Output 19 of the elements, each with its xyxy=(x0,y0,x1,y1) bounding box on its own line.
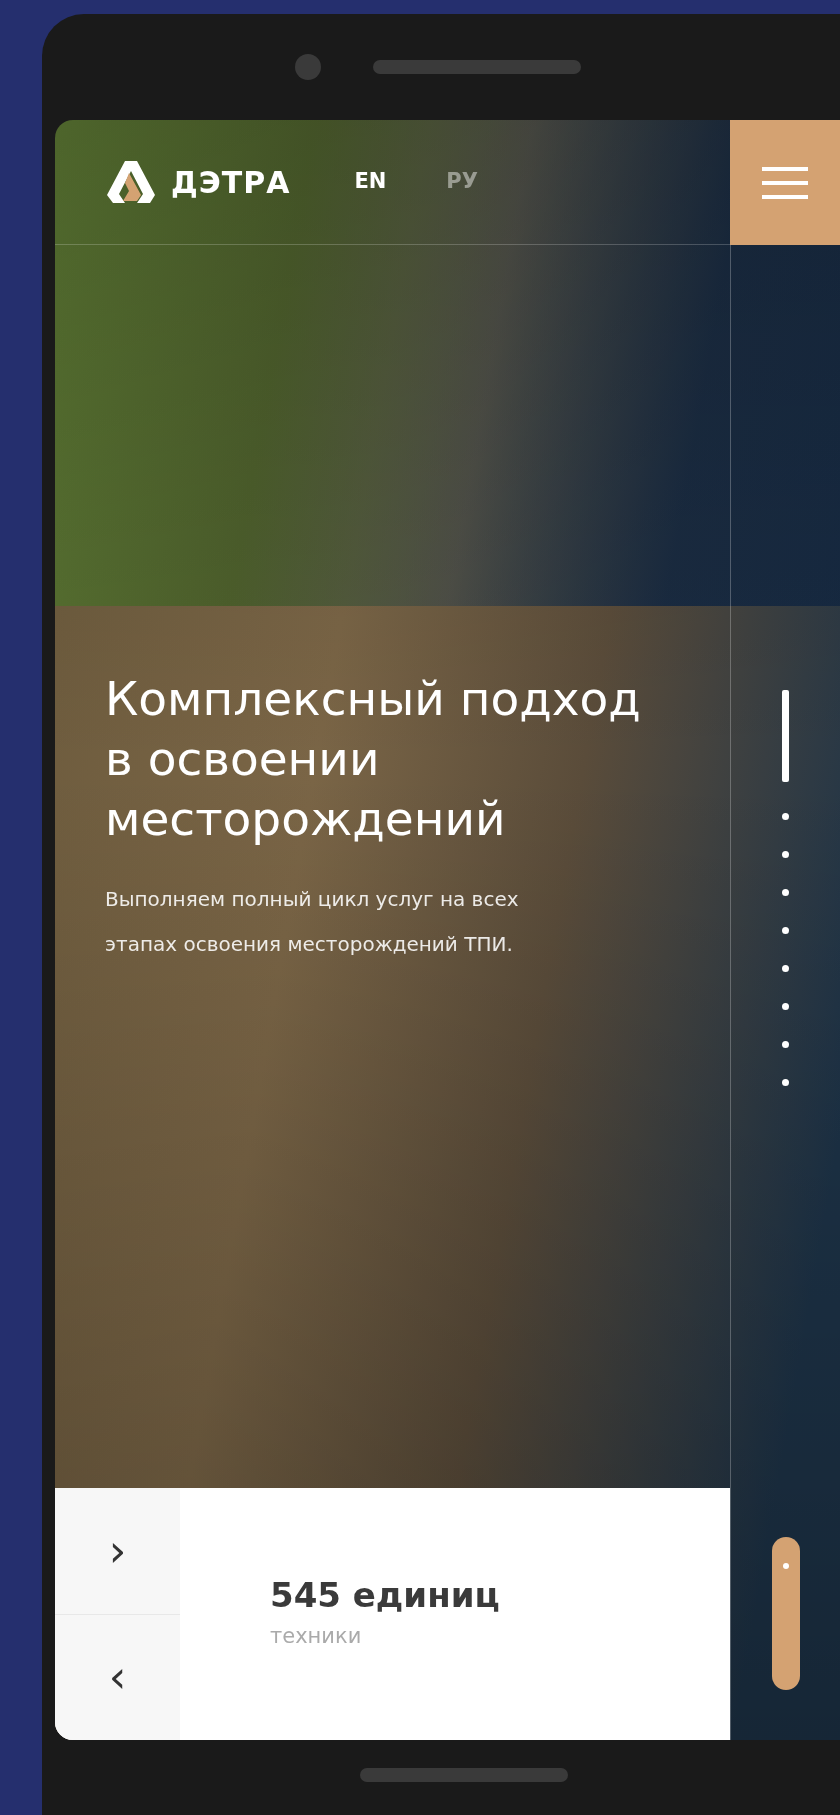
logo-icon xyxy=(105,159,157,205)
stat-value: 545 единиц xyxy=(270,1574,500,1617)
slide-indicator[interactable] xyxy=(782,1079,789,1086)
stat-label: техники xyxy=(270,1623,363,1650)
language-link[interactable]: EN xyxy=(354,166,387,198)
logo-text: ДЭТРА xyxy=(171,163,291,202)
slide-indicator[interactable] xyxy=(782,1041,789,1048)
hero-text: Выполняем полный цикл услуг на всех этапах освоения месторождений ТПИ. xyxy=(105,886,520,958)
slide-indicator[interactable] xyxy=(782,851,789,858)
slide-indicator[interactable] xyxy=(782,813,789,820)
camera-dot xyxy=(295,54,321,80)
previous-button[interactable]: ‹ xyxy=(55,1613,180,1740)
hero-title: Комплексный подход в освоении месторождений xyxy=(105,670,642,848)
slide-indicator[interactable] xyxy=(782,889,789,896)
slide-indicator[interactable] xyxy=(782,927,789,934)
slide-indicator[interactable] xyxy=(782,965,789,972)
slide-indicator[interactable] xyxy=(782,1003,789,1010)
menu-icon xyxy=(762,166,808,199)
next-button[interactable]: › xyxy=(55,1488,180,1614)
